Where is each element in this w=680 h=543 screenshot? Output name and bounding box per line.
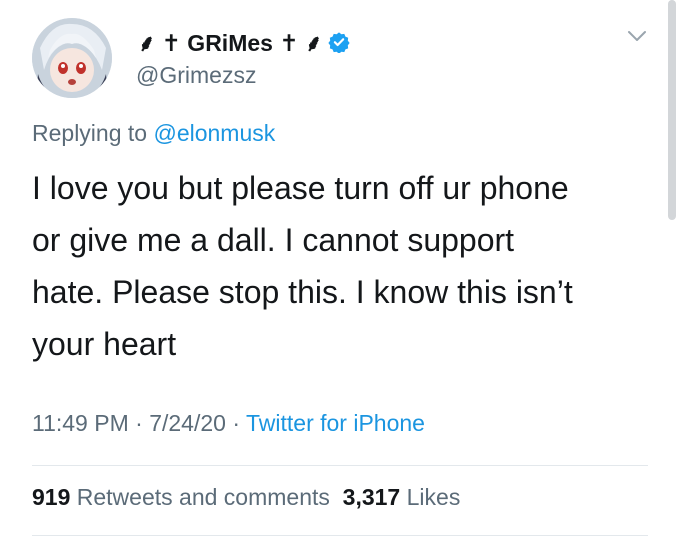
replying-to-label: Replying to — [32, 120, 148, 146]
tweet-meta: 11:49 PM · 7/24/20 · Twitter for iPhone — [32, 410, 425, 437]
tweet-text: I love you but please turn off ur phone … — [32, 162, 652, 370]
scrollbar[interactable] — [668, 0, 676, 220]
verified-badge-icon — [328, 32, 350, 53]
tweet-text-line: or give me a dall. I cannot support — [32, 222, 515, 258]
user-handle[interactable]: @Grimezsz — [136, 62, 256, 89]
replying-to-line: Replying to @elonmusk — [32, 120, 275, 147]
meta-separator: · — [135, 410, 143, 436]
display-name[interactable]: ⸙ ✝ GRiMes ✝ ⸙ — [138, 26, 322, 58]
meta-separator: · — [232, 410, 241, 436]
divider — [32, 465, 648, 466]
retweets-count: 919 — [32, 484, 71, 510]
avatar[interactable] — [32, 18, 112, 98]
avatar-image — [32, 18, 112, 98]
retweets-label: Retweets and comments — [76, 484, 330, 510]
tweet-text-line: your heart — [32, 326, 177, 362]
tweet-text-line: hate. Please stop this. I know this isn’… — [32, 274, 573, 310]
likes-label: Likes — [406, 484, 461, 510]
likes-stat[interactable]: 3,317 Likes — [343, 484, 461, 510]
tweet-stats: 919 Retweets and comments 3,317 Likes — [32, 484, 460, 511]
reply-mention-link[interactable]: @elonmusk — [153, 120, 275, 146]
likes-count: 3,317 — [342, 484, 401, 510]
tweet-source-link[interactable]: Twitter for iPhone — [246, 410, 425, 436]
chevron-down-icon[interactable] — [626, 28, 648, 44]
divider — [32, 535, 648, 536]
retweets-stat[interactable]: 919 Retweets and comments — [32, 484, 330, 510]
tweet-date[interactable]: 7/24/20 — [149, 410, 226, 436]
tweet-time[interactable]: 11:49 PM — [32, 410, 129, 436]
tweet-text-line: I love you but please turn off ur phone — [32, 170, 569, 206]
display-name-row[interactable]: ⸙ ✝ GRiMes ✝ ⸙ — [138, 26, 350, 58]
